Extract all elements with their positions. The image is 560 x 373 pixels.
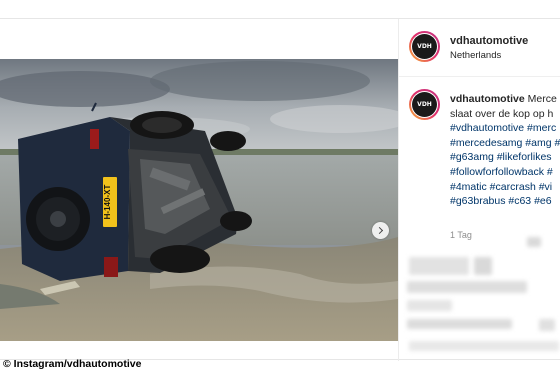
caption-first-line: vdhautomotive Merce	[450, 92, 560, 107]
post-timestamp[interactable]: 1 Tag	[450, 230, 472, 240]
caption-username[interactable]: vdhautomotive	[450, 93, 525, 105]
avatar-ring: VDH	[411, 91, 438, 118]
blurred-content	[409, 257, 469, 275]
hashtag-line[interactable]: #mercedesamg #amg #	[450, 136, 560, 151]
avatar[interactable]: VDH	[409, 31, 440, 62]
carousel-next-button[interactable]	[372, 222, 389, 239]
screenshot-stage: H-140-XT VDH vdhautomotive Netherlands V…	[0, 0, 560, 373]
post-media[interactable]: H-140-XT	[0, 59, 398, 341]
post-header: VDH vdhautomotive Netherlands	[399, 19, 560, 77]
instagram-post: H-140-XT VDH vdhautomotive Netherlands V…	[0, 18, 560, 361]
caption-avatar[interactable]: VDH	[409, 89, 440, 120]
post-location[interactable]: Netherlands	[450, 50, 501, 61]
post-photo: H-140-XT	[0, 59, 398, 341]
avatar-logo: VDH	[412, 34, 437, 59]
post-side-panel: VDH vdhautomotive Netherlands VDH vdhaut…	[398, 19, 560, 361]
post-caption: vdhautomotive Merce slaat over de kop op…	[450, 92, 560, 209]
hashtag-line[interactable]: #g63amg #likeforlikes	[450, 150, 560, 165]
avatar-logo: VDH	[412, 92, 437, 117]
blurred-content	[407, 300, 452, 311]
photo-credit: © Instagram/vdhautomotive	[3, 358, 142, 370]
caption-text-line: slaat over de kop op h	[450, 107, 554, 120]
hashtag-line[interactable]: #4matic #carcrash #vi	[450, 180, 560, 195]
avatar-ring: VDH	[411, 33, 438, 60]
blurred-content	[407, 319, 512, 329]
hashtag-line[interactable]: #vdhautomotive #merc	[450, 121, 560, 136]
hashtag-line[interactable]: #g63brabus #c63 #e6	[450, 194, 560, 209]
chevron-right-icon	[375, 226, 384, 235]
blurred-content	[539, 319, 555, 331]
license-plate-text: H-140-XT	[103, 185, 112, 220]
hashtag-line[interactable]: #followforfollowback #	[450, 165, 560, 180]
blurred-content	[409, 341, 559, 351]
caption-text: Merce	[527, 93, 557, 105]
blurred-content	[474, 257, 492, 275]
blurred-content	[527, 237, 541, 247]
blurred-content	[407, 281, 527, 293]
post-username[interactable]: vdhautomotive	[450, 35, 528, 47]
